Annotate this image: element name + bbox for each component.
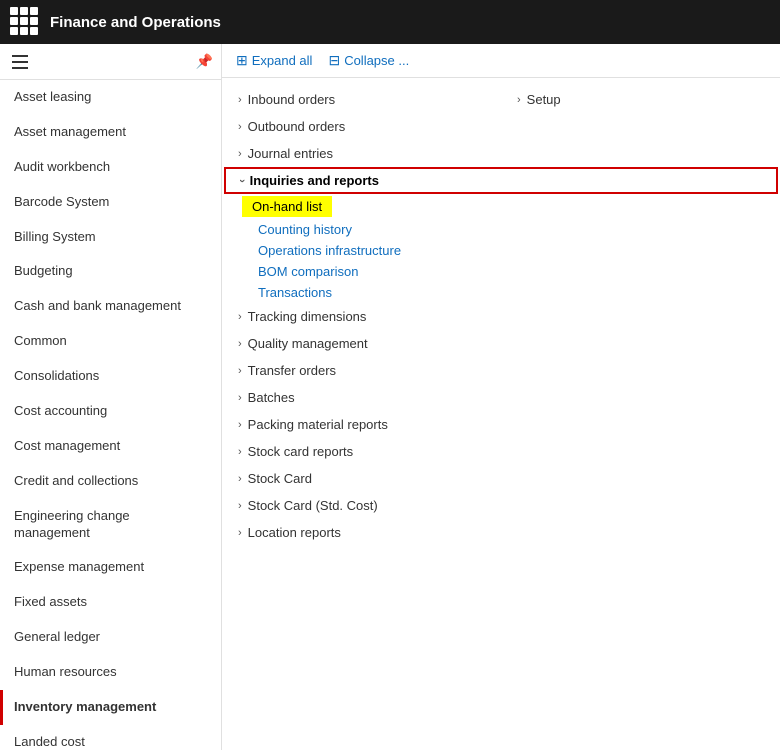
menu-item-quality-management[interactable]: ›Quality management bbox=[222, 330, 780, 357]
menu-item-stock-card-std.-cost[interactable]: ›Stock Card (Std. Cost) bbox=[222, 492, 780, 519]
right-column: ›Setup bbox=[501, 86, 780, 167]
menu-item-transfer-orders[interactable]: ›Transfer orders bbox=[222, 357, 780, 384]
menu-item-outbound-orders[interactable]: ›Outbound orders bbox=[222, 113, 501, 140]
content-scroll: ›Inbound orders›Outbound orders›Journal … bbox=[222, 78, 780, 750]
sidebar-item-common[interactable]: Common bbox=[0, 324, 221, 359]
expand-all-button[interactable]: ⊞ Expand all bbox=[236, 52, 312, 69]
top-menu-columns: ›Inbound orders›Outbound orders›Journal … bbox=[222, 86, 780, 167]
apps-icon[interactable] bbox=[10, 7, 40, 37]
expand-all-label: Expand all bbox=[252, 53, 313, 68]
menu-item-tracking-dimensions[interactable]: ›Tracking dimensions bbox=[222, 303, 780, 330]
sidebar-item-cost-management[interactable]: Cost management bbox=[0, 429, 221, 464]
submenu-item-counting-history[interactable]: Counting history bbox=[242, 219, 780, 240]
submenu-item-on-hand-list[interactable]: On-hand list bbox=[242, 196, 332, 217]
hamburger-icon[interactable] bbox=[8, 51, 32, 73]
menu-item-stock-card-reports[interactable]: ›Stock card reports bbox=[222, 438, 780, 465]
sidebar-item-cost-accounting[interactable]: Cost accounting bbox=[0, 394, 221, 429]
sidebar: 📌 Asset leasingAsset managementAudit wor… bbox=[0, 44, 222, 750]
collapse-label: Collapse ... bbox=[344, 53, 409, 68]
submenu-item-bom-comparison[interactable]: BOM comparison bbox=[242, 261, 780, 282]
sidebar-item-consolidations[interactable]: Consolidations bbox=[0, 359, 221, 394]
sidebar-item-inventory-management[interactable]: Inventory management bbox=[0, 690, 221, 725]
sidebar-item-cash-and-bank-management[interactable]: Cash and bank management bbox=[0, 289, 221, 324]
sidebar-item-credit-and-collections[interactable]: Credit and collections bbox=[0, 464, 221, 499]
menu-item-inbound-orders[interactable]: ›Inbound orders bbox=[222, 86, 501, 113]
sidebar-item-audit-workbench[interactable]: Audit workbench bbox=[0, 150, 221, 185]
sidebar-item-asset-leasing[interactable]: Asset leasing bbox=[0, 80, 221, 115]
sidebar-item-general-ledger[interactable]: General ledger bbox=[0, 620, 221, 655]
sidebar-item-landed-cost[interactable]: Landed cost bbox=[0, 725, 221, 750]
menu-item-batches[interactable]: ›Batches bbox=[222, 384, 780, 411]
sidebar-item-engineering-change-management[interactable]: Engineering change management bbox=[0, 499, 221, 551]
sidebar-item-asset-management[interactable]: Asset management bbox=[0, 115, 221, 150]
submenu-item-operations-infrastructure[interactable]: Operations infrastructure bbox=[242, 240, 780, 261]
submenu-inquiries: On-hand listCounting historyOperations i… bbox=[222, 194, 780, 303]
content-toolbar: ⊞ Expand all ⊟ Collapse ... bbox=[222, 44, 780, 78]
sidebar-item-billing-system[interactable]: Billing System bbox=[0, 220, 221, 255]
menu-item-packing-material-reports[interactable]: ›Packing material reports bbox=[222, 411, 780, 438]
content-area: ⊞ Expand all ⊟ Collapse ... ›Inbound ord… bbox=[222, 44, 780, 750]
sidebar-item-expense-management[interactable]: Expense management bbox=[0, 550, 221, 585]
pin-icon[interactable]: 📌 bbox=[196, 53, 213, 70]
left-column: ›Inbound orders›Outbound orders›Journal … bbox=[222, 86, 501, 167]
sidebar-list: Asset leasingAsset managementAudit workb… bbox=[0, 80, 221, 750]
expand-icon: ⊞ bbox=[236, 52, 248, 69]
menu-item-setup[interactable]: ›Setup bbox=[501, 86, 780, 113]
menu-item-journal-entries[interactable]: ›Journal entries bbox=[222, 140, 501, 167]
sidebar-item-fixed-assets[interactable]: Fixed assets bbox=[0, 585, 221, 620]
menu-item-location-reports[interactable]: ›Location reports bbox=[222, 519, 780, 546]
main-layout: 📌 Asset leasingAsset managementAudit wor… bbox=[0, 44, 780, 750]
top-bar: Finance and Operations bbox=[0, 0, 780, 44]
section-inquiries-and-reports: ›Inquiries and reportsOn-hand listCounti… bbox=[222, 167, 780, 303]
collapse-button[interactable]: ⊟ Collapse ... bbox=[328, 52, 409, 69]
sidebar-item-barcode-system[interactable]: Barcode System bbox=[0, 185, 221, 220]
sidebar-toolbar: 📌 bbox=[0, 44, 221, 80]
sidebar-item-human-resources[interactable]: Human resources bbox=[0, 655, 221, 690]
submenu-item-transactions[interactable]: Transactions bbox=[242, 282, 780, 303]
menu-item-stock-card[interactable]: ›Stock Card bbox=[222, 465, 780, 492]
app-title: Finance and Operations bbox=[50, 14, 221, 31]
menu-item-inquiries-and-reports[interactable]: ›Inquiries and reports bbox=[224, 167, 778, 194]
collapse-icon: ⊟ bbox=[328, 52, 340, 69]
sidebar-item-budgeting[interactable]: Budgeting bbox=[0, 254, 221, 289]
